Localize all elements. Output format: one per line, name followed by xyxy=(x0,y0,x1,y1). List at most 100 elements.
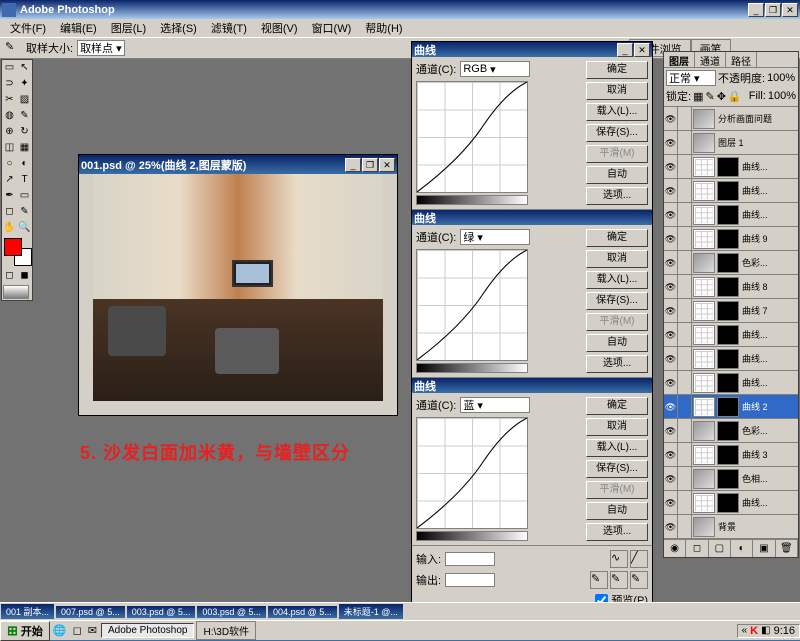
link-icon[interactable] xyxy=(678,443,692,466)
link-icon[interactable] xyxy=(678,347,692,370)
layer-name[interactable]: 曲线 7 xyxy=(740,304,798,317)
path-tool[interactable]: ↗ xyxy=(2,172,17,188)
layer-name[interactable]: 曲线... xyxy=(740,208,798,221)
layer-new-button[interactable]: ▣ xyxy=(753,540,775,557)
type-tool[interactable]: T xyxy=(17,172,32,188)
layer-row[interactable]: 👁色彩... xyxy=(664,251,798,275)
layer-row[interactable]: 👁背景 xyxy=(664,515,798,539)
visibility-icon[interactable]: 👁 xyxy=(664,371,678,394)
menu-select[interactable]: 选择(S) xyxy=(154,19,203,37)
visibility-icon[interactable]: 👁 xyxy=(664,203,678,226)
visibility-icon[interactable]: 👁 xyxy=(664,419,678,442)
layer-row[interactable]: 👁图层 1 xyxy=(664,131,798,155)
channel-combo[interactable]: 蓝 xyxy=(460,397,530,413)
menu-view[interactable]: 视图(V) xyxy=(255,19,304,37)
smooth-button[interactable]: 平滑(M) xyxy=(586,145,648,163)
eyedropper-black-icon[interactable]: ✎ xyxy=(590,571,608,589)
layer-name[interactable]: 曲线... xyxy=(740,160,798,173)
layer-adj-button[interactable]: ◐ xyxy=(731,540,753,557)
eyedropper-gray-icon[interactable]: ✎ xyxy=(610,571,628,589)
save-button[interactable]: 保存(S)... xyxy=(586,292,648,310)
quicklaunch-ie-icon[interactable]: 🌐 xyxy=(50,624,70,637)
menu-layer[interactable]: 图层(L) xyxy=(105,19,152,37)
eyedropper-tool[interactable]: ✎ xyxy=(17,204,32,220)
lock-pos-icon[interactable]: ✥ xyxy=(717,90,726,103)
marquee-tool[interactable]: ▭ xyxy=(2,60,17,76)
taskbar-app[interactable]: Adobe Photoshop xyxy=(101,623,195,638)
visibility-icon[interactable]: 👁 xyxy=(664,227,678,250)
layer-row[interactable]: 👁 色相... xyxy=(664,467,798,491)
cancel-button[interactable]: 取消 xyxy=(586,82,648,100)
taskbar-app[interactable]: H:\3D软件 xyxy=(196,621,256,640)
docbar-item[interactable]: 007.psd @ 5... xyxy=(56,606,125,618)
layer-row[interactable]: 👁 色彩... xyxy=(664,419,798,443)
visibility-icon[interactable]: 👁 xyxy=(664,347,678,370)
visibility-icon[interactable]: 👁 xyxy=(664,443,678,466)
lock-trans-icon[interactable]: ▦ xyxy=(693,90,703,103)
options-button[interactable]: 选项... xyxy=(586,187,648,205)
history-tool[interactable]: ↻ xyxy=(17,124,32,140)
layer-name[interactable]: 背景 xyxy=(716,520,798,533)
curve-output-field[interactable] xyxy=(445,573,495,587)
link-icon[interactable] xyxy=(678,299,692,322)
visibility-icon[interactable]: 👁 xyxy=(664,323,678,346)
layer-row[interactable]: 👁 曲线... xyxy=(664,203,798,227)
link-icon[interactable] xyxy=(678,491,692,514)
layer-name[interactable]: 曲线 3 xyxy=(740,448,798,461)
load-button[interactable]: 载入(L)... xyxy=(586,103,648,121)
restore-button[interactable]: ❐ xyxy=(765,3,781,17)
layer-mask-button[interactable]: ◻ xyxy=(686,540,708,557)
eyedropper-white-icon[interactable]: ✎ xyxy=(630,571,648,589)
notes-tool[interactable]: ◻ xyxy=(2,204,17,220)
tab-channels[interactable]: 通道 xyxy=(695,52,726,67)
link-icon[interactable] xyxy=(678,323,692,346)
sample-size-combo[interactable]: 取样点 xyxy=(77,40,125,56)
menu-filter[interactable]: 滤镜(T) xyxy=(205,19,253,37)
lock-pixels-icon[interactable]: ✎ xyxy=(705,90,714,103)
smooth-button[interactable]: 平滑(M) xyxy=(586,313,648,331)
menu-window[interactable]: 窗口(W) xyxy=(306,19,358,37)
menu-file[interactable]: 文件(F) xyxy=(4,19,52,37)
layer-row[interactable]: 👁曲线... xyxy=(664,155,798,179)
visibility-icon[interactable]: 👁 xyxy=(664,467,678,490)
tab-layers[interactable]: 图层 xyxy=(664,52,695,67)
tab-paths[interactable]: 路径 xyxy=(726,52,757,67)
link-icon[interactable] xyxy=(678,515,692,538)
smooth-button[interactable]: 平滑(M) xyxy=(586,481,648,499)
docbar-item[interactable]: 003.psd @ 5... xyxy=(197,606,266,618)
healing-tool[interactable]: ◍ xyxy=(2,108,17,124)
layer-row[interactable]: 👁曲线 9 xyxy=(664,227,798,251)
layer-name[interactable]: 曲线... xyxy=(740,328,798,341)
visibility-icon[interactable]: 👁 xyxy=(664,179,678,202)
move-tool[interactable]: ↖ xyxy=(17,60,32,76)
doc-restore-button[interactable]: ❐ xyxy=(362,158,378,172)
auto-button[interactable]: 自动 xyxy=(586,334,648,352)
stamp-tool[interactable]: ⊕ xyxy=(2,124,17,140)
layer-row[interactable]: 👁曲线 8 xyxy=(664,275,798,299)
layer-name[interactable]: 曲线 8 xyxy=(740,280,798,293)
link-icon[interactable] xyxy=(678,275,692,298)
load-button[interactable]: 载入(L)... xyxy=(586,439,648,457)
visibility-icon[interactable]: 👁 xyxy=(664,131,678,154)
quickmask-on[interactable]: ◼ xyxy=(17,268,32,284)
menu-help[interactable]: 帮助(H) xyxy=(359,19,408,37)
screen-modes[interactable] xyxy=(3,285,29,299)
layer-name[interactable]: 曲线... xyxy=(740,352,798,365)
visibility-icon[interactable]: 👁 xyxy=(664,299,678,322)
layer-row[interactable]: 👁曲线... xyxy=(664,491,798,515)
layer-row[interactable]: 👁曲线... xyxy=(664,371,798,395)
docbar-item[interactable]: 001 副本... xyxy=(1,604,54,619)
eyedropper-icon[interactable]: ✎ xyxy=(4,39,22,57)
visibility-icon[interactable]: 👁 xyxy=(664,491,678,514)
link-icon[interactable] xyxy=(678,395,692,418)
layer-name[interactable]: 分析画面问题 xyxy=(716,112,798,125)
save-button[interactable]: 保存(S)... xyxy=(586,460,648,478)
layer-name[interactable]: 色彩... xyxy=(740,424,798,437)
options-button[interactable]: 选项... xyxy=(586,523,648,541)
slice-tool[interactable]: ▨ xyxy=(17,92,32,108)
opacity-value[interactable]: 100% xyxy=(767,72,795,84)
layer-name[interactable]: 色相... xyxy=(740,472,798,485)
link-icon[interactable] xyxy=(678,131,692,154)
curve-smooth-icon[interactable]: ╱ xyxy=(630,550,648,568)
start-button[interactable]: 开始 xyxy=(0,621,50,641)
